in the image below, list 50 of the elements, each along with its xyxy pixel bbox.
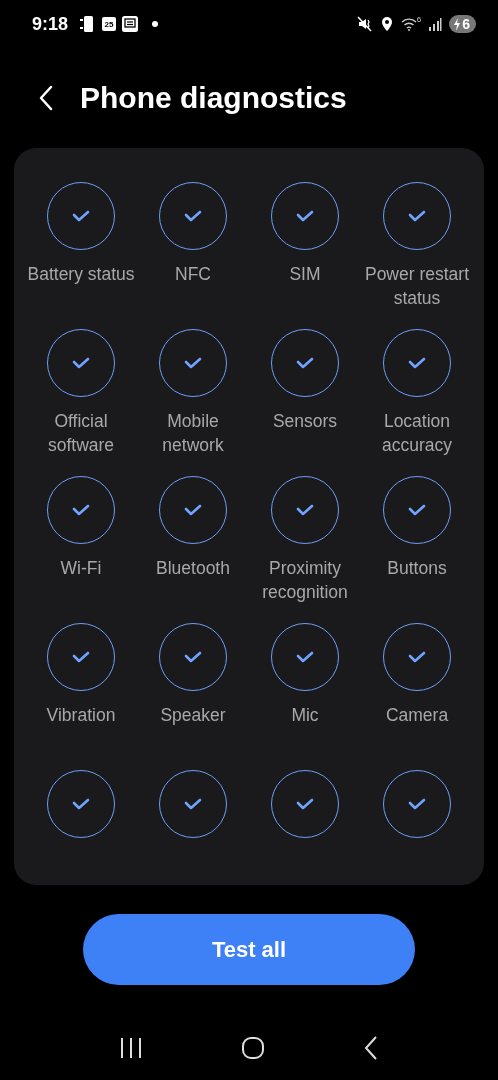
check-icon: [184, 798, 202, 810]
test-label: Buttons: [386, 557, 448, 580]
recents-button[interactable]: [119, 1037, 143, 1059]
message-icon: [121, 15, 140, 33]
test-label: Vibration: [45, 704, 117, 727]
check-icon: [72, 504, 90, 516]
check-icon: [72, 210, 90, 222]
test-label: Location accuracy: [381, 410, 453, 457]
mute-icon: [356, 16, 373, 32]
test-label: Wi-Fi: [59, 557, 103, 580]
status-time: 9:18: [32, 13, 69, 35]
battery-icon: 6: [449, 15, 476, 33]
test-label: SIM: [288, 263, 322, 286]
test-label: Bluetooth: [155, 557, 231, 580]
back-button[interactable]: [38, 85, 54, 111]
test-label: Camera: [384, 704, 450, 727]
calendar-icon: 25: [102, 17, 117, 31]
test-label: Official software: [46, 410, 116, 457]
check-icon: [296, 504, 314, 516]
test-all-button[interactable]: Test all: [83, 914, 415, 985]
check-icon: [296, 651, 314, 663]
check-icon: [296, 798, 314, 810]
check-icon: [72, 357, 90, 369]
test-label: Speaker: [159, 704, 227, 727]
check-icon: [184, 210, 202, 222]
test-label: Mic: [290, 704, 320, 727]
check-icon: [72, 651, 90, 663]
test-label: Sensors: [271, 410, 339, 433]
check-icon: [408, 357, 426, 369]
check-icon: [408, 651, 426, 663]
check-icon: [184, 504, 202, 516]
test-label: Mobile network: [161, 410, 225, 457]
check-icon: [408, 210, 426, 222]
check-icon: [184, 651, 202, 663]
check-icon: [408, 504, 426, 516]
location-icon: [379, 16, 394, 32]
check-icon: [184, 357, 202, 369]
check-icon: [296, 357, 314, 369]
back-nav-button[interactable]: [363, 1035, 379, 1061]
home-button[interactable]: [241, 1036, 265, 1060]
test-label: Power restart status: [363, 263, 471, 310]
signal-icon: [428, 17, 443, 31]
check-icon: [296, 210, 314, 222]
test-label: Battery status: [27, 263, 135, 286]
test-label: Proximity recognition: [261, 557, 349, 604]
test-label: NFC: [174, 263, 212, 286]
check-icon: [72, 798, 90, 810]
dot-icon: [152, 21, 159, 27]
page-title: Phone diagnostics: [80, 81, 347, 115]
check-icon: [408, 798, 426, 810]
